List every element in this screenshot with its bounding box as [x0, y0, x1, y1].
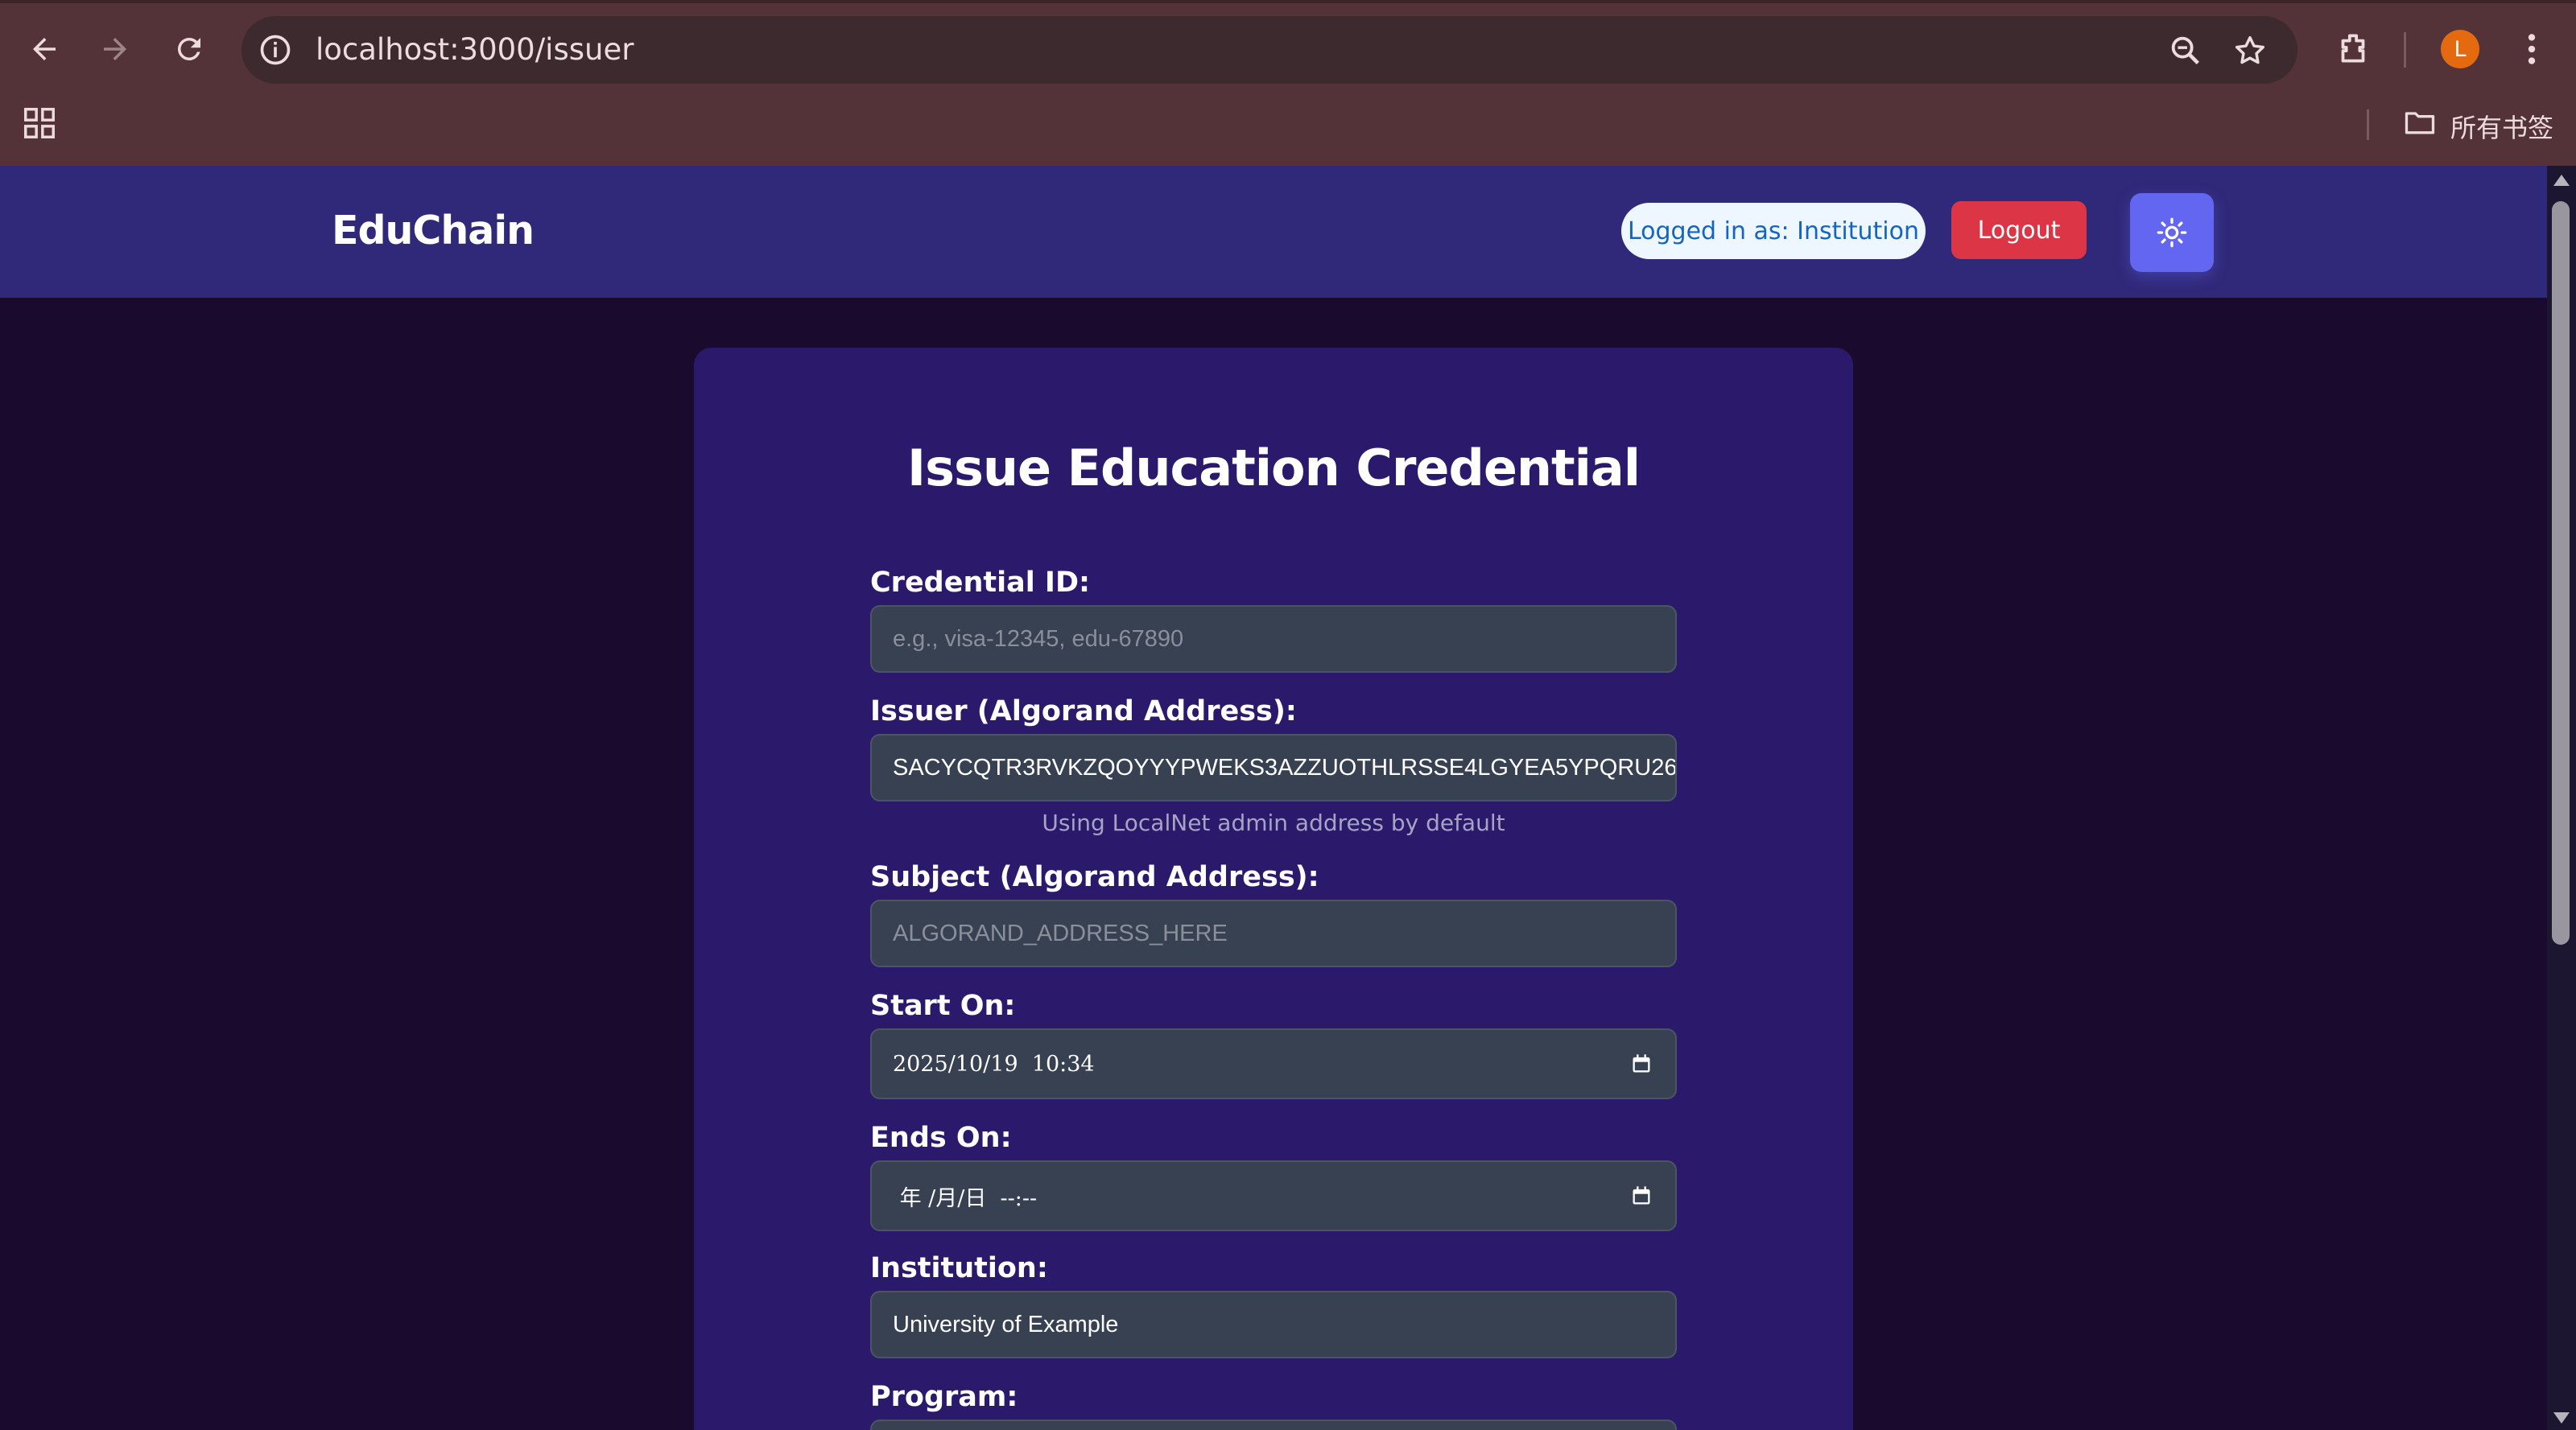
institution-label: Institution: — [870, 1252, 1048, 1284]
subject-input[interactable]: ALGORAND_ADDRESS_HERE — [870, 900, 1677, 967]
address-bar[interactable]: localhost:3000/issuer — [242, 16, 2297, 84]
theme-toggle-button[interactable] — [2130, 193, 2214, 272]
scroll-down-arrow-icon[interactable] — [2552, 1410, 2571, 1426]
issuer-hint: Using LocalNet admin address by default — [1042, 810, 1505, 836]
scroll-up-arrow-icon[interactable] — [2552, 172, 2571, 188]
brand-logo[interactable]: EduChain — [332, 208, 535, 253]
page-title: Issue Education Credential — [907, 439, 1641, 497]
toolbar-divider — [2404, 32, 2406, 68]
bookmark-divider — [2367, 109, 2369, 140]
issuer-input[interactable]: SACYCQTR3RVKZQOYYYPWEKS3AZZUOTHLRSSE4LGY… — [870, 734, 1677, 802]
subject-label: Subject (Algorand Address): — [870, 861, 1319, 893]
forward-button[interactable] — [90, 24, 140, 74]
calendar-icon[interactable] — [1630, 1053, 1653, 1075]
folder-icon[interactable] — [2402, 105, 2438, 140]
ends-on-input[interactable]: 年 /月/日 --:-- — [870, 1160, 1677, 1231]
back-arrow-icon — [33, 38, 56, 60]
ends-on-label: Ends On: — [870, 1122, 1012, 1154]
zoom-icon[interactable] — [2167, 32, 2204, 69]
logout-button[interactable]: Logout — [1951, 201, 2087, 259]
logged-in-badge: Logged in as: Institution — [1621, 203, 1926, 259]
scrollbar-thumb[interactable] — [2552, 201, 2570, 945]
credential-id-input[interactable]: e.g., visa-12345, edu-67890 — [870, 605, 1677, 673]
start-on-input[interactable]: 2025/10/19 10:34 — [870, 1028, 1677, 1099]
url-text[interactable]: localhost:3000/issuer — [316, 31, 634, 69]
more-vert-icon[interactable] — [2512, 29, 2552, 69]
program-label: Program: — [870, 1381, 1018, 1413]
issuer-label: Issuer (Algorand Address): — [870, 695, 1297, 727]
calendar-icon[interactable] — [1630, 1185, 1653, 1207]
institution-input[interactable]: University of Example — [870, 1291, 1677, 1358]
profile-avatar[interactable]: L — [2441, 30, 2479, 68]
back-button[interactable] — [19, 24, 69, 74]
ends-on-value: 年 /月/日 --:-- — [893, 1185, 1038, 1211]
extensions-icon[interactable] — [2333, 29, 2373, 69]
forward-arrow-icon — [104, 38, 126, 60]
star-icon[interactable] — [2231, 32, 2268, 69]
issue-credential-card: Issue Education Credential Credential ID… — [694, 348, 1853, 1430]
start-on-label: Start On: — [870, 990, 1016, 1022]
reload-button[interactable] — [164, 24, 214, 74]
reload-icon — [177, 37, 200, 60]
info-icon[interactable] — [258, 32, 293, 68]
browser-chrome: localhost:3000/issuer L 所有书签 — [0, 0, 2576, 166]
web-page: EduChain Logged in as: Institution Logou… — [0, 166, 2547, 1430]
chrome-top-border — [0, 0, 2576, 3]
screen: localhost:3000/issuer L 所有书签 EduChain Lo… — [0, 0, 2576, 1430]
start-on-value: 2025/10/19 10:34 — [893, 1051, 1095, 1077]
program-input[interactable] — [870, 1420, 1677, 1430]
apps-grid-icon[interactable] — [21, 105, 58, 142]
all-bookmarks-label[interactable]: 所有书签 — [2450, 108, 2553, 145]
sun-icon — [2157, 217, 2187, 248]
app-navbar: EduChain Logged in as: Institution Logou… — [0, 166, 2547, 298]
credential-id-label: Credential ID: — [870, 567, 1090, 599]
